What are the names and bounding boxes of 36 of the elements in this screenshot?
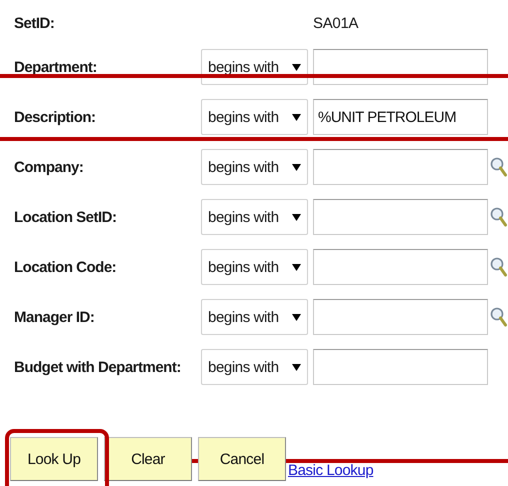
form-button[interactable]: Look Up xyxy=(10,437,98,481)
field-label: Budget with Department: xyxy=(14,358,182,376)
operator-dropdown[interactable]: begins with xyxy=(201,349,308,385)
field-label: Location SetID: xyxy=(14,208,118,226)
input-field[interactable]: %UNIT PETROLEUM xyxy=(313,99,488,135)
caret-icon xyxy=(292,214,301,220)
basic-lookup-link[interactable]: Basic Lookup xyxy=(288,462,374,479)
operator-dropdown[interactable]: begins with xyxy=(201,249,308,285)
caret-icon xyxy=(292,114,301,120)
input-field[interactable] xyxy=(313,249,488,285)
field-label: Manager ID: xyxy=(14,308,96,326)
input-field[interactable] xyxy=(313,199,488,235)
field-label: Company: xyxy=(14,158,84,176)
input-field[interactable] xyxy=(313,299,488,335)
form-button[interactable]: Cancel xyxy=(198,437,286,481)
caret-icon xyxy=(292,314,301,320)
operator-dropdown[interactable]: begins with xyxy=(201,199,308,235)
operator-dropdown[interactable]: begins with xyxy=(201,299,308,335)
field-label: SetID: xyxy=(14,14,56,32)
search-icon[interactable] xyxy=(490,257,507,277)
field-label: Location Code: xyxy=(14,258,118,276)
search-icon[interactable] xyxy=(490,207,507,227)
caret-icon xyxy=(292,64,301,70)
field-label: Description: xyxy=(14,108,97,126)
input-field[interactable] xyxy=(313,349,488,385)
field-value: SA01A xyxy=(313,14,358,32)
form-button[interactable]: Clear xyxy=(104,437,192,481)
caret-icon xyxy=(292,364,301,370)
search-icon[interactable] xyxy=(490,307,507,327)
field-label: Department: xyxy=(14,58,98,76)
operator-dropdown[interactable]: begins with xyxy=(201,99,308,135)
input-field[interactable] xyxy=(313,149,488,185)
caret-icon xyxy=(292,264,301,270)
caret-icon xyxy=(292,164,301,170)
search-icon[interactable] xyxy=(490,157,507,177)
operator-dropdown[interactable]: begins with xyxy=(201,149,308,185)
